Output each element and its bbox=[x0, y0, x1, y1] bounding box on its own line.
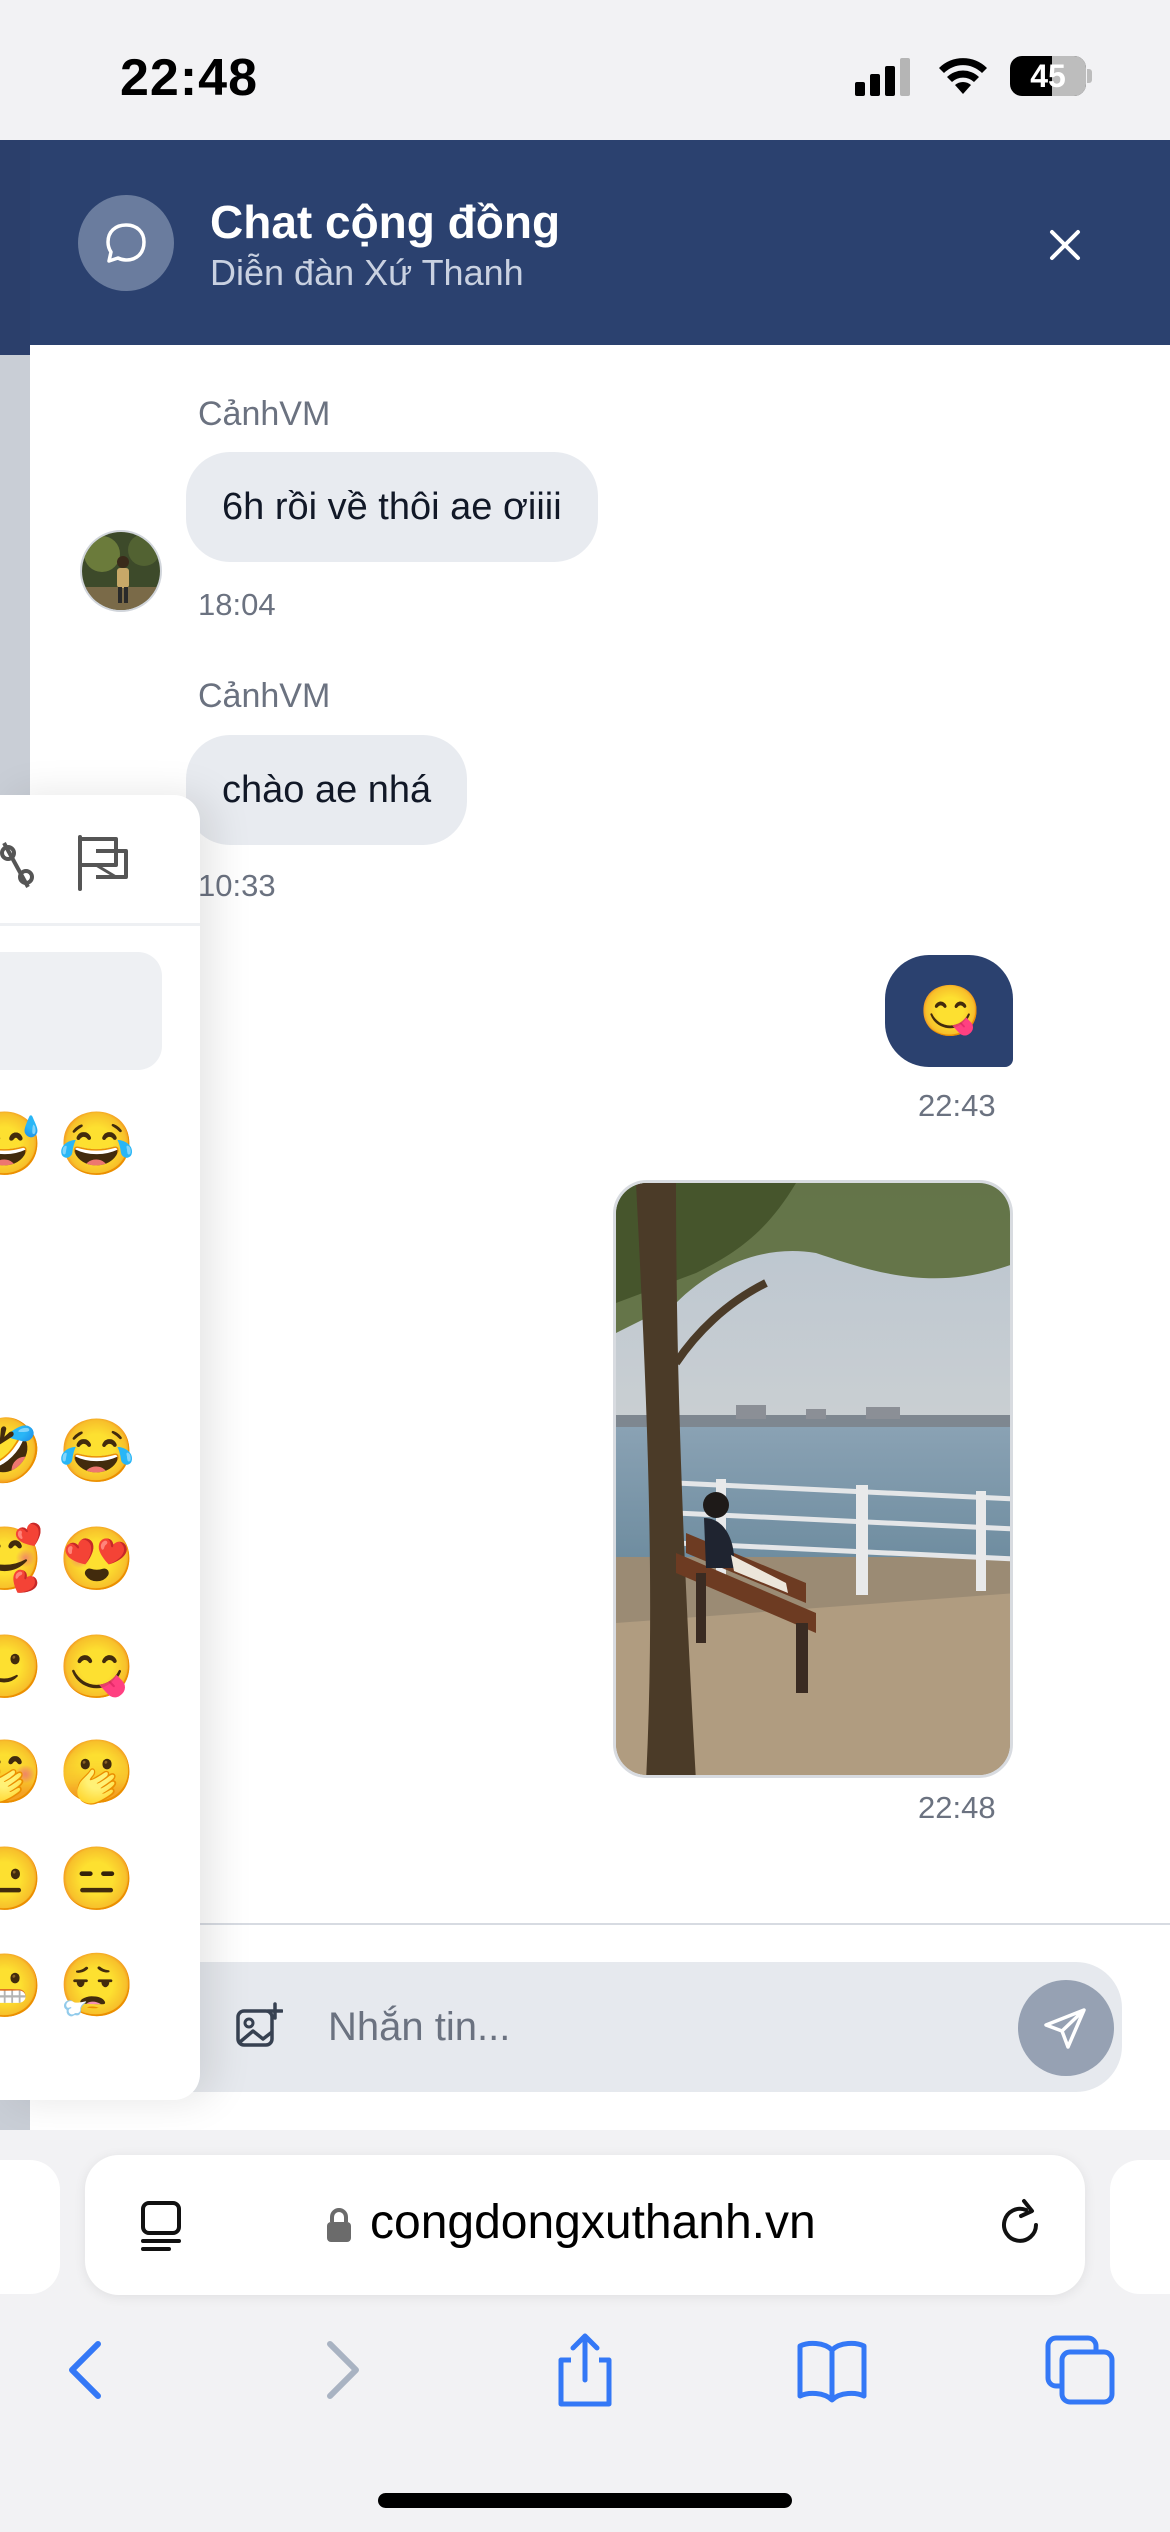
emoji-item[interactable]: 😬 bbox=[0, 1952, 43, 2022]
emoji-item[interactable]: 🤣 bbox=[0, 1417, 43, 1487]
add-image-icon[interactable] bbox=[233, 2002, 283, 2052]
lock-icon bbox=[327, 2208, 351, 2242]
emoji-item[interactable]: 🫢 bbox=[58, 1738, 135, 1808]
avatar[interactable] bbox=[80, 530, 162, 612]
chat-title: Chat cộng đồng bbox=[210, 196, 561, 248]
chat-subtitle: Diễn đàn Xứ Thanh bbox=[210, 252, 524, 293]
emoji-search-field[interactable] bbox=[0, 952, 162, 1070]
composer-divider bbox=[30, 1923, 1170, 1925]
message-bubble[interactable]: 6h rồi về thôi ae ơiiii bbox=[186, 452, 598, 562]
wifi-icon bbox=[939, 58, 987, 94]
message-sender: CảnhVM bbox=[198, 395, 331, 433]
message-sender: CảnhVM bbox=[198, 677, 331, 715]
emoji-item[interactable]: 😍 bbox=[58, 1525, 135, 1595]
emoji-item[interactable]: 🙂 bbox=[0, 1633, 43, 1703]
home-indicator bbox=[378, 2493, 792, 2508]
emoji-picker: 😅 😂 🤣 😂 🥰 😍 🙂 😋 🤭 🫢 😐 😑 😬 😮‍💨 bbox=[0, 795, 200, 2100]
url-text: congdongxuthanh.vn bbox=[370, 2196, 816, 2249]
message-emoji: 😋 bbox=[919, 983, 982, 1039]
tabs-icon[interactable] bbox=[1040, 2330, 1120, 2410]
emoji-item[interactable]: 😐 bbox=[0, 1845, 43, 1915]
back-icon[interactable] bbox=[48, 2330, 128, 2410]
symbols-icon[interactable] bbox=[0, 833, 38, 893]
browser-toolbar: congdongxuthanh.vn bbox=[0, 2130, 1170, 2532]
emoji-item[interactable]: 😂 bbox=[58, 1110, 135, 1180]
chat-panel: Chat cộng đồng Diễn đàn Xứ Thanh CảnhVM … bbox=[0, 140, 1170, 2130]
status-time: 22:48 bbox=[120, 49, 258, 107]
reader-icon[interactable] bbox=[135, 2197, 191, 2253]
status-bar: 22:48 45 bbox=[0, 0, 1170, 140]
emoji-item[interactable]: 🤭 bbox=[0, 1738, 43, 1808]
chat-header: Chat cộng đồng Diễn đàn Xứ Thanh bbox=[30, 140, 1170, 345]
share-icon[interactable] bbox=[545, 2330, 625, 2410]
emoji-item[interactable]: 😮‍💨 bbox=[58, 1952, 135, 2022]
message-input[interactable] bbox=[328, 1987, 848, 2067]
emoji-item[interactable]: 😂 bbox=[58, 1417, 135, 1487]
reload-icon[interactable] bbox=[990, 2195, 1050, 2255]
message-time: 22:43 bbox=[918, 1088, 996, 1123]
picker-tabs-divider bbox=[0, 923, 200, 926]
message-time: 22:48 bbox=[918, 1790, 996, 1825]
bookmarks-icon[interactable] bbox=[792, 2330, 872, 2410]
address-bar[interactable]: congdongxuthanh.vn bbox=[85, 2155, 1085, 2295]
battery-level: 45 bbox=[1030, 58, 1066, 94]
next-tab-preview[interactable] bbox=[1110, 2160, 1170, 2294]
message-time: 18:04 bbox=[198, 587, 276, 622]
battery-icon: 45 bbox=[1010, 56, 1092, 96]
message-bubble[interactable]: chào ae nhá bbox=[186, 735, 468, 845]
send-button[interactable] bbox=[1018, 1980, 1114, 2076]
emoji-item[interactable]: 🥰 bbox=[0, 1525, 43, 1595]
background-page-header bbox=[0, 140, 30, 355]
forward-icon[interactable] bbox=[300, 2330, 380, 2410]
emoji-item[interactable]: 😑 bbox=[58, 1845, 135, 1915]
message-time: 10:33 bbox=[198, 868, 276, 903]
message-composer bbox=[78, 1962, 1122, 2092]
emoji-item[interactable]: 😋 bbox=[58, 1633, 135, 1703]
paper-plane-icon bbox=[1044, 2008, 1086, 2049]
close-icon[interactable] bbox=[1040, 220, 1090, 270]
previous-tab-preview[interactable] bbox=[0, 2160, 60, 2294]
cellular-signal-icon bbox=[855, 58, 910, 96]
outgoing-message-bubble[interactable]: 😋 bbox=[885, 955, 1013, 1067]
emoji-item[interactable]: 😅 bbox=[0, 1110, 43, 1180]
flags-icon[interactable] bbox=[72, 831, 134, 893]
photo-lakeside-bench[interactable] bbox=[613, 1180, 1013, 1778]
chat-bubble-icon bbox=[78, 195, 174, 291]
